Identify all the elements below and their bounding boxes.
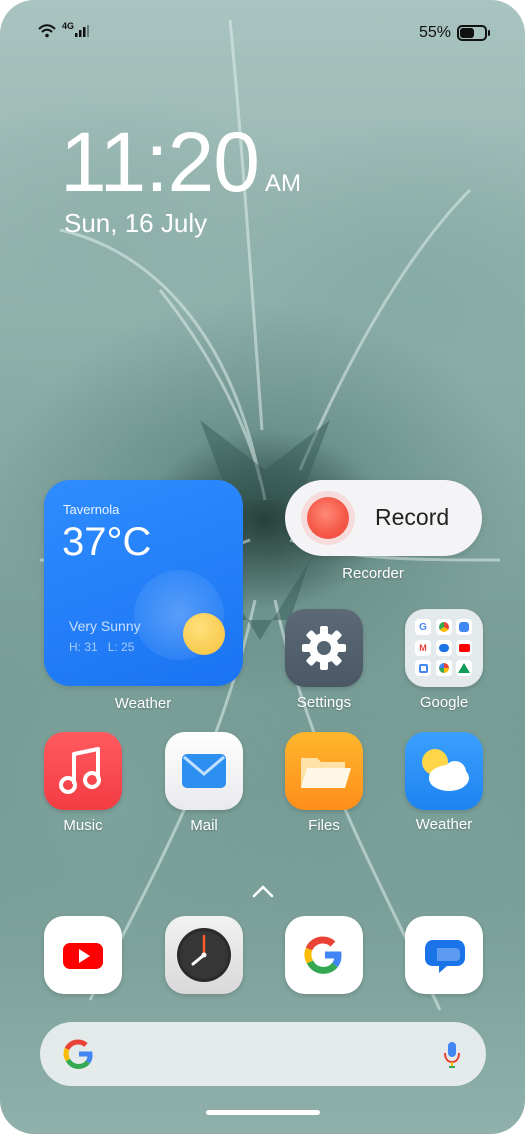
clock-widget[interactable]: 11:20 AM bbox=[60, 120, 301, 204]
home-indicator[interactable] bbox=[206, 1110, 320, 1115]
record-widget[interactable]: Record bbox=[285, 480, 482, 556]
gear-icon bbox=[302, 626, 346, 670]
weather-app-label: Weather bbox=[415, 816, 473, 833]
weather-widget-label: Weather bbox=[114, 695, 172, 712]
weather-app-icon[interactable] bbox=[405, 732, 483, 810]
files-app-icon[interactable] bbox=[285, 732, 363, 810]
youtube-app-icon[interactable] bbox=[44, 916, 122, 994]
mini-drive-icon bbox=[456, 660, 473, 677]
mini-gmail-icon: M bbox=[415, 639, 431, 656]
files-label: Files bbox=[308, 817, 340, 834]
sun-cloud-icon bbox=[422, 749, 469, 791]
battery-percent: 55% bbox=[418, 24, 451, 41]
network-type: 4G bbox=[62, 21, 75, 31]
google-g-icon[interactable] bbox=[62, 1038, 94, 1070]
status-bar: 4G 55% bbox=[38, 21, 490, 46]
clock-time: 11:20 bbox=[60, 115, 260, 209]
sun-icon bbox=[183, 613, 225, 655]
google-app-icon[interactable] bbox=[285, 916, 363, 994]
mini-chrome-icon bbox=[435, 619, 452, 635]
clock-ampm: AM bbox=[264, 170, 301, 197]
messages-app-icon[interactable] bbox=[405, 916, 483, 994]
record-button-label: Record bbox=[375, 504, 450, 530]
music-label: Music bbox=[63, 817, 103, 834]
recorder-label: Recorder bbox=[342, 565, 404, 582]
weather-location: Tavernola bbox=[63, 502, 120, 517]
mini-gboard-icon bbox=[456, 619, 473, 635]
google-search-bar[interactable] bbox=[40, 1022, 486, 1086]
mini-google-icon: G bbox=[415, 619, 431, 635]
mail-label: Mail bbox=[190, 817, 218, 834]
settings-label: Settings bbox=[296, 694, 352, 711]
clock-icon bbox=[177, 928, 231, 982]
mini-photos-icon bbox=[435, 660, 452, 677]
google-folder-icon[interactable]: G M bbox=[405, 609, 483, 687]
mini-messages-icon bbox=[435, 639, 452, 656]
mail-app-icon[interactable] bbox=[165, 732, 243, 810]
weather-low: L: 25 bbox=[107, 640, 135, 654]
music-app-icon[interactable] bbox=[44, 732, 122, 810]
messages-icon bbox=[425, 940, 465, 973]
mini-youtube-icon bbox=[456, 639, 473, 656]
envelope-icon bbox=[182, 754, 226, 788]
chevron-up-icon[interactable] bbox=[252, 884, 274, 898]
folder-icon bbox=[301, 758, 351, 788]
signal-icon bbox=[75, 25, 90, 37]
google-icon bbox=[304, 936, 342, 974]
microphone-icon[interactable] bbox=[442, 1040, 462, 1070]
weather-high: H: 31 bbox=[69, 640, 98, 654]
youtube-icon bbox=[63, 943, 103, 969]
date-label[interactable]: Sun, 16 July bbox=[64, 208, 207, 239]
home-screen: 4G 55% 11:20 AM Sun, 16 July Tavernola 37… bbox=[0, 0, 525, 1134]
weather-high-low: H: 31 L: 25 bbox=[69, 640, 134, 654]
weather-temperature: 37°C bbox=[62, 520, 152, 564]
record-icon bbox=[307, 497, 349, 539]
clock-app-icon[interactable] bbox=[165, 916, 243, 994]
battery-icon bbox=[457, 25, 490, 41]
weather-widget[interactable]: Tavernola 37°C Very Sunny H: 31 L: 25 bbox=[44, 480, 243, 686]
google-label: Google bbox=[419, 694, 469, 711]
wifi-icon bbox=[38, 24, 56, 38]
music-note-icon bbox=[59, 747, 101, 794]
weather-condition: Very Sunny bbox=[69, 618, 141, 634]
settings-app-icon[interactable] bbox=[285, 609, 363, 687]
mini-calendar-icon bbox=[415, 660, 431, 677]
